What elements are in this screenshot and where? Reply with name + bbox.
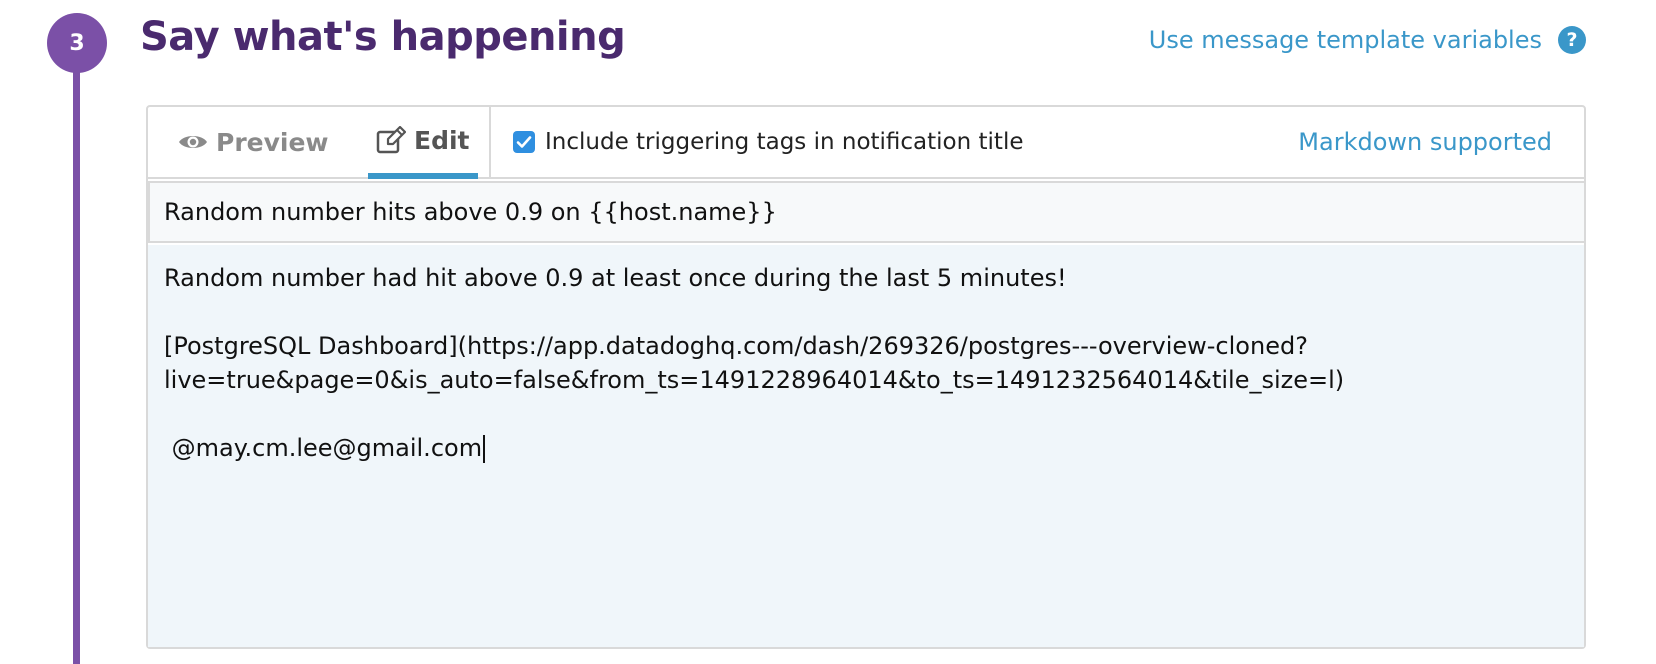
- markdown-supported-link[interactable]: Markdown supported: [1298, 107, 1552, 177]
- message-body-line: [164, 397, 1568, 431]
- message-body-line: [PostgreSQL Dashboard](https://app.datad…: [164, 332, 1308, 360]
- section-title: Say what's happening: [140, 14, 626, 60]
- tab-preview[interactable]: Preview: [178, 107, 329, 177]
- tab-divider: [489, 107, 491, 177]
- message-body-line-last: @may.cm.lee@gmail.com: [164, 431, 1568, 465]
- message-body-line: [164, 295, 1568, 329]
- template-variables-link[interactable]: Use message template variables: [1149, 26, 1542, 54]
- tab-preview-label: Preview: [216, 127, 329, 157]
- step-timeline-rail: [73, 40, 80, 664]
- tab-edit-label: Edit: [414, 125, 470, 155]
- step-number-badge: 3: [47, 13, 107, 73]
- message-body-line: live=true&page=0&is_auto=false&from_ts=1…: [164, 366, 1345, 394]
- edit-icon: [376, 126, 406, 154]
- include-tags-label: Include triggering tags in notification …: [545, 129, 1024, 155]
- text-caret: [483, 435, 486, 463]
- eye-icon: [178, 132, 208, 152]
- question-circle-icon[interactable]: ?: [1558, 26, 1586, 54]
- message-title-input[interactable]: Random number hits above 0.9 on {{host.n…: [148, 181, 1586, 243]
- message-body-line-text: @may.cm.lee@gmail.com: [164, 434, 483, 462]
- message-body-line: Random number had hit above 0.9 at least…: [164, 264, 1067, 292]
- tab-edit[interactable]: Edit: [368, 107, 478, 179]
- include-tags-option[interactable]: Include triggering tags in notification …: [513, 107, 1024, 177]
- template-variables-help: Use message template variables ?: [1149, 26, 1586, 54]
- monitor-step-section: 3 Say what's happening Use message templ…: [0, 0, 1656, 664]
- message-body-textarea[interactable]: Random number had hit above 0.9 at least…: [148, 245, 1584, 647]
- include-tags-checkbox[interactable]: [513, 131, 535, 153]
- checkmark-icon: [516, 136, 532, 148]
- editor-tab-bar: Preview Edit Include triggering tags in …: [148, 107, 1584, 179]
- message-editor: Preview Edit Include triggering tags in …: [146, 105, 1586, 649]
